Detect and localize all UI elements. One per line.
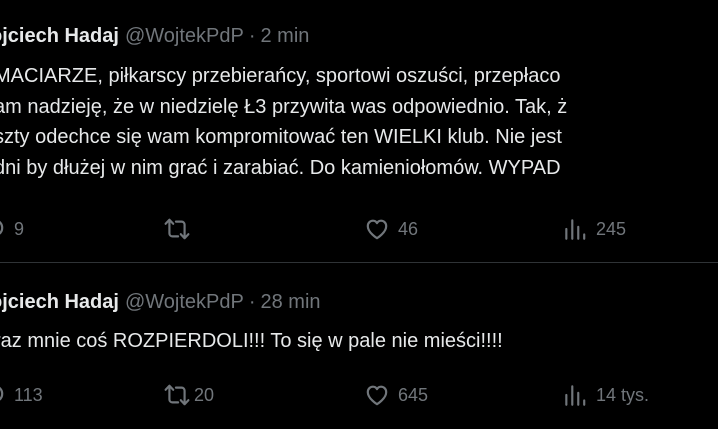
tweet-text: MACIARZE, piłkarscy przebierańcy, sporto…: [0, 61, 567, 183]
reply-button[interactable]: 9: [0, 214, 24, 244]
heart-icon: [366, 219, 388, 240]
reply-button[interactable]: 113: [0, 380, 43, 410]
action-bar: 113 20 645 14 tys.: [0, 380, 718, 410]
reply-icon: [0, 220, 4, 235]
views-button[interactable]: 245: [562, 214, 626, 244]
views-button[interactable]: 14 tys.: [562, 380, 649, 410]
author-handle[interactable]: @WojtekPdP: [125, 25, 244, 47]
tweet-text-line: MACIARZE, piłkarscy przebierańcy, sporto…: [0, 65, 561, 87]
tweet[interactable]: ojciech Hadaj @WojtekPdP · 28 min raz mnie …: [0, 263, 718, 429]
separator-dot: ·: [248, 25, 256, 47]
view-count: 14 tys.: [596, 384, 650, 405]
retweet-count: 20: [194, 384, 215, 405]
tweet-text-line: raz mnie coś ROZPIERDOLI!!! To się w pal…: [0, 330, 503, 352]
like-button[interactable]: 46: [364, 214, 418, 244]
tweet-text-line: am nadzieję, że w niedzielę Ł3 przywita …: [0, 95, 568, 118]
tweet-text-line: dni by dłużej w nim grać i zarabiać. Do …: [0, 156, 561, 179]
reply-count: 113: [14, 384, 43, 405]
timestamp[interactable]: 2 min: [260, 25, 309, 47]
heart-icon: [366, 385, 388, 406]
tweet[interactable]: ojciech Hadaj @WojtekPdP · 2 min MACIARZE, …: [0, 0, 718, 262]
tweet-header: ojciech Hadaj @WojtekPdP · 28 min: [0, 290, 321, 314]
view-count: 245: [596, 218, 627, 239]
views-icon: [565, 385, 586, 406]
views-icon: [565, 219, 586, 240]
retweet-button[interactable]: 20: [164, 380, 214, 410]
retweet-button[interactable]: [164, 214, 198, 244]
timestamp[interactable]: 28 min: [260, 291, 320, 313]
retweet-icon: [164, 218, 190, 240]
tweet-header: ojciech Hadaj @WojtekPdP · 2 min: [0, 24, 309, 48]
like-count: 46: [398, 218, 419, 239]
reply-count: 9: [14, 218, 25, 239]
action-bar: 9 46 245: [0, 214, 718, 244]
reply-icon: [0, 386, 4, 401]
separator-dot: ·: [248, 291, 256, 313]
like-count: 645: [398, 384, 429, 405]
retweet-icon: [164, 384, 190, 406]
author-name[interactable]: ojciech Hadaj: [0, 25, 119, 47]
author-handle[interactable]: @WojtekPdP: [125, 291, 244, 313]
author-name[interactable]: ojciech Hadaj: [0, 291, 119, 313]
tweet-text-line: szty odechce się wam kompromitować ten W…: [0, 126, 562, 148]
tweet-text: raz mnie coś ROZPIERDOLI!!! To się w pal…: [0, 326, 503, 357]
like-button[interactable]: 645: [364, 380, 428, 410]
